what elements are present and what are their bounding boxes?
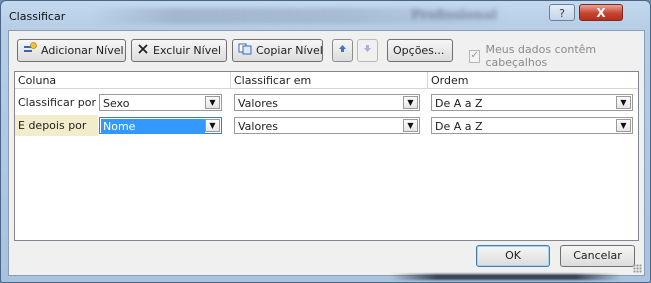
close-button[interactable]: X [579,4,623,21]
headers-checkbox[interactable]: ✓ [469,49,481,63]
column-header-sort-on: Classificar em [234,74,312,87]
options-button[interactable]: Opções... [387,39,453,62]
chevron-down-icon[interactable]: ▼ [616,96,631,109]
ok-button[interactable]: OK [476,245,550,267]
chevron-down-icon[interactable]: ▼ [205,96,220,109]
background-taskbar-blur [391,274,621,280]
add-level-label: Adicionar Nível [41,44,124,57]
blurred-title-text: Profissional [411,8,497,23]
sort-levels-table: Coluna Classificar em Ordem Classificar … [14,71,639,241]
header-divider[interactable] [427,72,428,88]
chevron-down-icon[interactable]: ▼ [616,119,631,132]
move-up-button[interactable] [332,39,353,62]
headers-checkbox-row[interactable]: ✓ Meus dados contêm cabeçalhos [469,43,637,69]
row-label: E depois por [18,119,87,132]
add-level-button[interactable]: Adicionar Nível [17,39,126,62]
column-select-value: Sexo [103,97,130,110]
sort-on-select[interactable]: Valores ▼ [234,117,420,134]
chevron-down-icon[interactable]: ▼ [403,119,418,132]
column-header-coluna: Coluna [18,74,57,87]
add-level-icon [23,42,37,59]
column-header-order: Ordem [431,74,469,87]
table-row[interactable]: Classificar por Sexo ▼ Valores ▼ De A a … [15,92,638,113]
resize-grip-icon[interactable] [633,264,642,273]
help-button[interactable]: ? [549,4,575,21]
copy-icon [238,43,252,58]
row-label: Classificar por [18,96,96,109]
options-label: Opções... [393,44,445,57]
copy-level-label: Copiar Nível [256,44,323,57]
copy-level-button[interactable]: Copiar Nível [232,39,323,62]
blurred-background-title: Profissional [91,8,511,24]
delete-level-label: Excluir Nível [153,44,222,57]
order-select[interactable]: De A a Z ▼ [431,117,633,134]
table-header: Coluna Classificar em Ordem [15,72,638,89]
sort-on-select-value: Valores [238,120,278,133]
move-down-button[interactable] [357,39,378,62]
delete-x-icon [137,43,149,58]
column-select[interactable]: Nome ▼ [99,117,222,134]
order-select-value: De A a Z [435,120,483,133]
dialog-body: Adicionar Nível Excluir Nível Copiar Nív… [8,30,645,276]
toolbar: Adicionar Nível Excluir Nível Copiar Nív… [17,39,637,69]
delete-level-button[interactable]: Excluir Nível [131,39,227,62]
headers-checkbox-label: Meus dados contêm cabeçalhos [485,43,597,69]
cancel-button[interactable]: Cancelar [560,245,635,267]
column-select[interactable]: Sexo ▼ [99,94,222,111]
arrow-down-icon [363,45,372,56]
table-row[interactable]: E depois por Nome ▼ Valores ▼ De A a Z ▼ [15,115,638,136]
title-bar[interactable]: Classificar Profissional ? X [1,1,650,31]
order-select-value: De A a Z [435,97,483,110]
column-select-value: Nome [101,119,205,134]
dialog-title: Classificar [9,10,66,23]
sort-on-select-value: Valores [238,97,278,110]
header-divider[interactable] [230,72,231,88]
chevron-down-icon[interactable]: ▼ [205,119,220,132]
arrow-up-icon [338,45,347,56]
sort-dialog: Classificar Profissional ? X Adicionar N… [0,0,651,283]
sort-on-select[interactable]: Valores ▼ [234,94,420,111]
order-select[interactable]: De A a Z ▼ [431,94,633,111]
chevron-down-icon[interactable]: ▼ [403,96,418,109]
